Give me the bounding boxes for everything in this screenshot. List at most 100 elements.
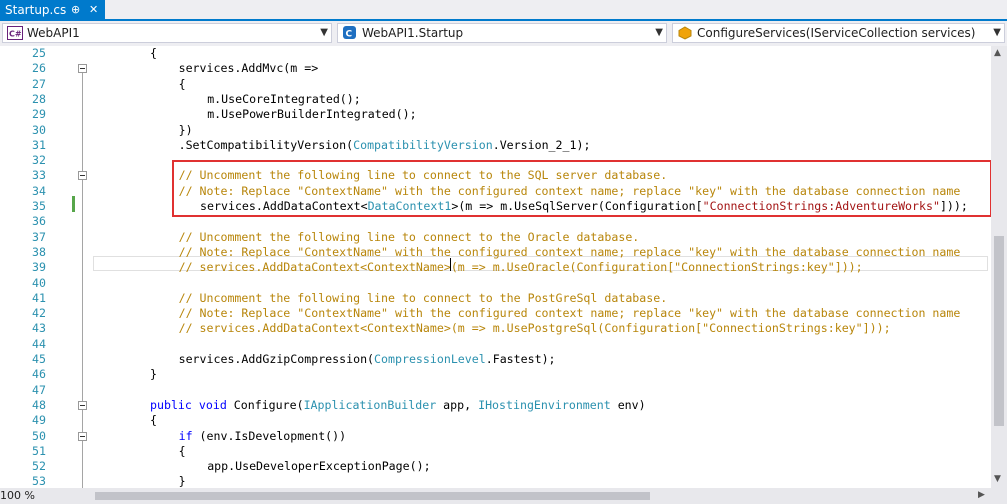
chevron-down-icon[interactable]: ▼ [320, 24, 328, 42]
method-icon [678, 26, 692, 40]
project-name: WebAPI1 [27, 26, 80, 40]
code-line[interactable]: 25 { [0, 46, 991, 61]
code-line[interactable]: 29 m.UsePowerBuilderIntegrated(); [0, 107, 991, 122]
code-token: services.AddMvc(m => [178, 61, 319, 76]
line-number: 29 [32, 107, 46, 122]
line-number: 33 [32, 168, 46, 183]
code-token: } [150, 367, 157, 382]
code-line[interactable]: 27 { [0, 77, 991, 92]
line-number: 34 [32, 183, 46, 198]
code-line[interactable]: 41 // Uncomment the following line to con… [0, 291, 991, 306]
code-line[interactable]: 31 .SetCompatibilityVersion(Compatibility… [0, 138, 991, 153]
zoom-level[interactable]: 100 % [0, 488, 70, 504]
scroll-up-icon[interactable]: ▲ [994, 48, 1001, 58]
type-token: CompatibilityVersion [353, 137, 493, 152]
line-number: 30 [32, 122, 46, 137]
code-token: app.UseDeveloperExceptionPage(); [207, 459, 431, 474]
type-token: IHostingEnvironment [478, 397, 611, 412]
horizontal-scroll-thumb[interactable] [95, 492, 650, 500]
code-line[interactable]: 28 m.UseCoreIntegrated(); [0, 92, 991, 107]
code-line[interactable]: 33 // Uncomment the following line to con… [0, 168, 991, 183]
code-line[interactable]: 52 app.UseDeveloperExceptionPage(); [0, 459, 991, 474]
pin-icon[interactable]: ⊕ [71, 0, 80, 20]
line-number: 36 [32, 214, 46, 229]
line-number: 41 [32, 290, 46, 305]
vertical-scrollbar[interactable]: ▲ ▼ [991, 46, 1007, 488]
scroll-down-icon[interactable]: ▼ [994, 474, 1001, 484]
keyword-token: void [198, 397, 227, 412]
code-line[interactable]: 39 // services.AddDataContext<ContextName… [0, 260, 991, 275]
code-line[interactable]: 36 [0, 214, 991, 229]
code-text: .SetCompatibilityVersion(CompatibilityVe… [179, 138, 591, 153]
code-line[interactable]: 30}) [0, 123, 991, 138]
comment-token: // Note: Replace "ContextName" with the … [178, 306, 961, 321]
chevron-down-icon[interactable]: ▼ [993, 24, 1001, 42]
code-text: } [179, 474, 186, 488]
code-token: .SetCompatibilityVersion( [178, 137, 354, 152]
line-number: 31 [32, 137, 46, 152]
line-number: 51 [32, 443, 46, 458]
code-line[interactable]: 48 public void Configure(IApplicationBuil… [0, 398, 991, 413]
line-number: 45 [32, 352, 46, 366]
collapse-icon[interactable] [78, 64, 87, 74]
tab-startup-cs[interactable]: Startup.cs ⊕ ✕ [0, 0, 105, 21]
code-line[interactable]: 49 { [0, 413, 991, 428]
collapse-icon[interactable] [78, 400, 87, 410]
line-number: 25 [32, 46, 46, 60]
code-line[interactable]: 32 [0, 153, 991, 168]
collapse-icon[interactable] [78, 171, 87, 181]
scroll-right-icon[interactable]: ▶ [978, 490, 985, 500]
line-number: 40 [32, 275, 46, 290]
collapse-icon[interactable] [78, 431, 87, 441]
code-line[interactable]: 42 // Note: Replace "ContextName" with th… [0, 306, 991, 321]
chevron-down-icon[interactable]: ▼ [655, 24, 663, 42]
code-text: { [179, 444, 186, 459]
code-line[interactable]: 44 [0, 337, 991, 352]
code-token: } [178, 474, 186, 488]
code-line[interactable]: 43 // services.AddDataContext<ContextName… [0, 321, 991, 336]
svg-text:C: C [346, 30, 353, 40]
class-icon: C [343, 26, 356, 40]
code-line[interactable]: 47 [0, 383, 991, 398]
line-number: 37 [32, 229, 46, 244]
code-text: services.AddDataContext<DataContext1>(m … [200, 199, 968, 214]
code-line[interactable]: 51 { [0, 444, 991, 459]
code-text: // services.AddDataContext<ContextName>(… [179, 260, 863, 275]
code-token: }) [178, 122, 193, 137]
code-token: { [150, 46, 157, 60]
code-text: // Uncomment the following line to conne… [179, 230, 640, 245]
code-line[interactable]: 26 services.AddMvc(m => [0, 61, 991, 76]
code-text: // Uncomment the following line to conne… [179, 291, 668, 306]
line-number: 26 [32, 61, 46, 76]
code-line[interactable]: 40 [0, 276, 991, 291]
project-dropdown[interactable]: C# WebAPI1 ▼ [2, 23, 332, 43]
line-number: 48 [32, 397, 46, 412]
close-icon[interactable]: ✕ [89, 0, 98, 20]
comment-token: // Uncomment the following line to conne… [178, 290, 668, 305]
member-dropdown[interactable]: ConfigureServices(IServiceCollection ser… [672, 23, 1005, 43]
vertical-scroll-thumb[interactable] [994, 236, 1004, 426]
code-token: { [178, 76, 186, 91]
document-tab-bar: Startup.cs ⊕ ✕ [0, 0, 1007, 21]
code-line[interactable]: 45 services.AddGzipCompression(Compressio… [0, 352, 991, 367]
code-text: // services.AddDataContext<ContextName>(… [179, 321, 891, 336]
type-dropdown[interactable]: C WebAPI1.Startup ▼ [337, 23, 667, 43]
code-token: services.AddDataContext< [200, 199, 368, 213]
horizontal-scrollbar-area: 100 % ▶ [0, 488, 1007, 504]
code-editor[interactable]: 25 {26 services.AddMvc(m => 27 {28 m.UseCoreI… [0, 46, 991, 488]
code-text: services.AddMvc(m => [179, 61, 319, 76]
code-line[interactable]: 46} [0, 367, 991, 382]
code-line[interactable]: 38 // Note: Replace "ContextName" with th… [0, 245, 991, 260]
line-number: 35 [32, 199, 46, 213]
tab-title: Startup.cs [5, 3, 67, 17]
line-number: 49 [32, 413, 46, 428]
code-line[interactable]: 34 // Note: Replace "ContextName" with th… [0, 184, 991, 199]
code-line[interactable]: 35 services.AddDataContext<DataContext1>(… [0, 199, 991, 214]
line-number: 38 [32, 244, 46, 259]
line-number: 53 [32, 474, 46, 488]
code-token: m.UseCoreIntegrated(); [207, 91, 361, 106]
code-line[interactable]: 50 if (env.IsDevelopment()) [0, 429, 991, 444]
code-line[interactable]: 37 // Uncomment the following line to con… [0, 230, 991, 245]
code-line[interactable]: 53} [0, 474, 991, 488]
code-text: { [150, 413, 157, 428]
